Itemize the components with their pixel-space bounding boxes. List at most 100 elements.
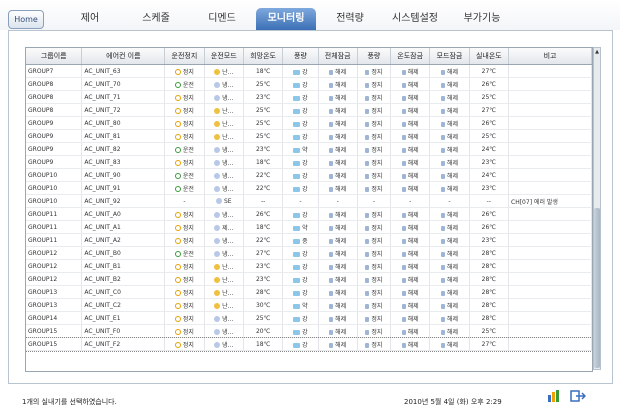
column-header[interactable]: 전체잠금 <box>318 48 358 65</box>
lock-icon <box>440 173 445 179</box>
run-stop-cell: 정지 <box>164 311 205 325</box>
temp-lock-cell: 해제 <box>390 168 431 182</box>
column-header[interactable]: 운전모드 <box>204 48 244 65</box>
column-header[interactable]: 희망온도 <box>243 48 284 65</box>
tab-extras[interactable]: 부가기능 <box>454 8 510 30</box>
wind-icon <box>293 121 301 127</box>
fan-lock-cell: 정지 <box>357 181 391 195</box>
table-row[interactable]: GROUP10 AC_UNIT_90 운전 냉... 22℃ 강 해제 정지 해제 해제 24℃ <box>26 168 592 182</box>
table-row[interactable]: GROUP9 AC_UNIT_82 운전 냉... 23℃ 약 해제 정지 해제 해제 24℃ <box>26 142 592 156</box>
column-header[interactable]: 모드잠금 <box>429 48 470 65</box>
table-row[interactable]: GROUP13 AC_UNIT_C2 정지 난... 30℃ 약 해제 정지 해제 해제 28℃ <box>26 298 592 312</box>
table-row[interactable]: GROUP10 AC_UNIT_91 운전 냉... 22℃ 강 해제 정지 해제 해제 23℃ <box>26 181 592 195</box>
temp-lock-value: 해제 <box>407 133 419 141</box>
mode-value: 난... <box>222 107 234 115</box>
table-row[interactable]: GROUP13 AC_UNIT_C0 정지 난... 28℃ 강 해제 정지 해제 해제 28℃ <box>26 285 592 299</box>
mode-icon <box>214 224 221 231</box>
table-row[interactable]: GROUP14 AC_UNIT_E1 정지 냉... 25℃ 강 해제 정지 해제 해제 28℃ <box>26 311 592 325</box>
table-row[interactable]: GROUP11 AC_UNIT_A2 정지 냉... 22℃ 중 해제 정지 해제 해제 23℃ <box>26 233 592 247</box>
lock-all-value: 해제 <box>335 94 347 102</box>
lock-all-value: 해제 <box>335 328 347 336</box>
column-header[interactable]: 에어컨 이름 <box>81 48 166 65</box>
mode-lock-value: 해제 <box>446 185 459 193</box>
note <box>508 77 592 91</box>
table-row[interactable]: GROUP9 AC_UNIT_81 정지 난... 25℃ 강 해제 정지 해제 해제 25℃ <box>26 129 592 143</box>
table-row[interactable]: GROUP12 AC_UNIT_B0 운전 냉... 27℃ 강 해제 정지 해제 해제 28℃ <box>26 246 592 260</box>
room-temp: 24℃ <box>469 168 510 182</box>
group-name: GROUP9 <box>26 129 83 143</box>
mode-lock-value: 해제 <box>446 302 459 310</box>
tab-power[interactable]: 전력량 <box>326 8 374 30</box>
lock-icon <box>401 212 406 218</box>
header-row: 그룹이름 에어컨 이름 운전정지 운전모드 희망온도 풍량 전체잠금 풍량 온도잠금 모드잠금 실내… <box>26 48 592 65</box>
group-name: GROUP13 <box>26 298 83 312</box>
lock-all-cell: 해제 <box>318 90 358 104</box>
mode-lock-cell: 해제 <box>429 337 470 351</box>
lock-all-value: 해제 <box>335 315 347 323</box>
table-row[interactable]: GROUP11 AC_UNIT_A0 정지 냉... 26℃ 강 해제 정지 해제 해제 26℃ <box>26 207 592 221</box>
tab-control[interactable]: 제어 <box>68 8 112 30</box>
scroll-up-icon[interactable]: ▲ <box>594 48 600 56</box>
wind-icon <box>293 173 301 179</box>
column-header[interactable]: 풍량 <box>282 48 319 65</box>
lock-icon <box>329 264 334 270</box>
run-stop-cell: 정지 <box>164 337 205 351</box>
table-row[interactable]: GROUP12 AC_UNIT_B1 정지 난... 23℃ 강 해제 정지 해제 해제 28℃ <box>26 259 592 273</box>
mode-lock-value: 해제 <box>446 250 459 258</box>
set-temp: 25℃ <box>243 129 284 143</box>
lock-all-value: 해제 <box>335 237 347 245</box>
column-header[interactable]: 비고 <box>508 48 592 65</box>
bar-chart-icon[interactable] <box>548 390 562 402</box>
tab-demand[interactable]: 디멘드 <box>196 8 248 30</box>
column-header[interactable]: 운전정지 <box>164 48 205 65</box>
unit-name: AC_UNIT_C2 <box>81 298 166 312</box>
table-row[interactable]: GROUP15 AC_UNIT_F0 정지 냉... 20℃ 강 해제 정지 해제 해제 25℃ <box>26 324 592 338</box>
lock-icon <box>365 147 370 153</box>
tab-system-settings[interactable]: 시스템설정 <box>384 8 446 30</box>
run-stop-cell: 운전 <box>164 77 205 91</box>
temp-lock-cell: 해제 <box>390 181 431 195</box>
mode-value: 냉... <box>222 211 234 219</box>
table-row[interactable]: GROUP15 AC_UNIT_F2 정지 냉... 18℃ 강 해제 정지 해제 해제 27℃ <box>26 336 592 352</box>
room-temp: 28℃ <box>469 311 510 325</box>
scrollbar-thumb[interactable] <box>594 208 600 368</box>
set-temp: 22℃ <box>243 233 284 247</box>
table-row[interactable]: GROUP12 AC_UNIT_B2 정지 난... 23℃ 강 해제 정지 해제 해제 28℃ <box>26 272 592 286</box>
run-stop-value: 정지 <box>182 315 194 323</box>
fan-lock-value: 정지 <box>371 172 383 180</box>
tab-monitoring[interactable]: 모니터링 <box>256 8 316 30</box>
lock-icon <box>329 303 334 309</box>
temp-lock-value: 해제 <box>407 289 419 297</box>
group-name: GROUP15 <box>26 337 83 351</box>
mode-value: 난... <box>222 133 234 141</box>
column-header[interactable]: 실내온도 <box>469 48 510 65</box>
exit-icon[interactable] <box>570 390 586 402</box>
mode-cell: 제... <box>204 220 244 234</box>
lock-all-cell: 해제 <box>318 116 358 130</box>
table-row[interactable]: GROUP10 AC_UNIT_92- SE -- - - - - - -- CH[07] 에러 발… <box>26 194 592 208</box>
home-button[interactable]: Home <box>8 10 44 29</box>
lock-icon <box>329 160 334 166</box>
column-header[interactable]: 그룹이름 <box>26 48 83 65</box>
table-row[interactable]: GROUP8 AC_UNIT_70 운전 냉... 25℃ 강 해제 정지 해제 해제 26℃ <box>26 77 592 91</box>
mode-lock-value: 해제 <box>446 315 459 323</box>
mode-lock-cell: 해제 <box>429 90 470 104</box>
column-header[interactable]: 풍량 <box>357 48 391 65</box>
table-row[interactable]: GROUP7 AC_UNIT_63 정지 난... 18℃ 강 해제 정지 해제 해제 27℃ <box>26 64 592 78</box>
sun-icon <box>214 120 221 127</box>
table-row[interactable]: GROUP9 AC_UNIT_83 정지 냉... 18℃ 강 해제 정지 해제 해제 23℃ <box>26 155 592 169</box>
table-row[interactable]: GROUP11 AC_UNIT_A1 정지 제... 18℃ 약 해제 정지 해제 해제 26℃ <box>26 220 592 234</box>
fan-cell: 강 <box>282 129 319 143</box>
lock-all-value: 해제 <box>335 172 347 180</box>
table-row[interactable]: GROUP8 AC_UNIT_72 정지 난... 25℃ 강 해제 정지 해제 해제 27℃ <box>26 103 592 117</box>
run-stop-value: 운전 <box>182 146 194 154</box>
vertical-scrollbar[interactable]: ▲ <box>593 47 601 370</box>
table-row[interactable]: GROUP8 AC_UNIT_71 정지 냉... 23℃ 강 해제 정지 해제 해제 25℃ <box>26 90 592 104</box>
mode-cell: 냉... <box>204 155 244 169</box>
lock-icon <box>401 82 406 88</box>
lock-all-cell: 해제 <box>318 77 358 91</box>
tab-schedule[interactable]: 스케줄 <box>128 8 184 30</box>
column-header[interactable]: 온도잠금 <box>390 48 431 65</box>
table-row[interactable]: GROUP9 AC_UNIT_80 정지 난... 25℃ 강 해제 정지 해제 해제 26℃ <box>26 116 592 130</box>
lock-icon <box>365 329 370 335</box>
